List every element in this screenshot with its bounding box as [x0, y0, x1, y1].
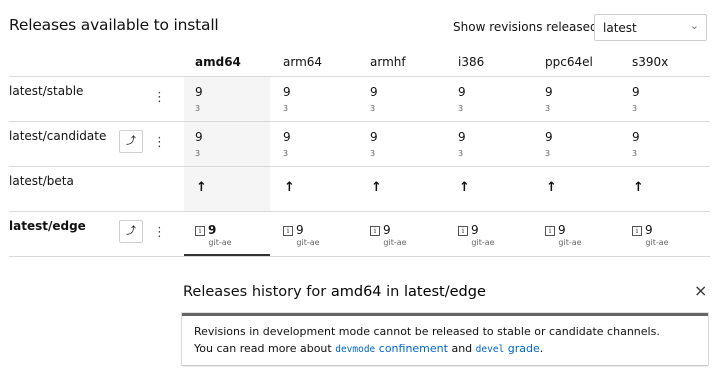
history-heading: Releases history for amd64 in latest/edg…: [183, 284, 486, 300]
revisions-select-value: latest: [603, 21, 637, 35]
revision-version: git-ae: [645, 238, 669, 247]
info-icon: i: [195, 226, 205, 236]
kebab-menu-icon[interactable]: ⋮: [153, 91, 166, 104]
devmode-notice: Revisions in development mode cannot be …: [182, 313, 708, 365]
cell-edge-s390x[interactable]: i9: [632, 219, 653, 238]
cell-stable-i386[interactable]: 93: [458, 85, 466, 113]
column-header-amd64[interactable]: amd64: [195, 55, 241, 69]
promote-icon: ⤴: [126, 136, 136, 147]
close-icon[interactable]: ×: [694, 281, 707, 300]
info-icon: i: [545, 226, 555, 236]
cell-candidate-amd64[interactable]: 93: [195, 130, 203, 158]
channel-label-edge: latest/edge: [9, 219, 86, 233]
column-header-i386[interactable]: i386: [458, 55, 484, 69]
tracking-arrow-icon: ↑: [371, 180, 382, 195]
selected-cell-indicator: [184, 254, 270, 256]
page-title: Releases available to install: [9, 16, 219, 34]
channel-label-candidate: latest/candidate: [9, 129, 107, 143]
channel-label-stable: latest/stable: [9, 84, 84, 98]
cell-edge-arm64[interactable]: i9: [283, 219, 304, 238]
revisions-select[interactable]: latest ⌄: [594, 14, 707, 41]
info-icon: i: [632, 226, 642, 236]
column-header-arm64[interactable]: arm64: [283, 55, 322, 69]
cell-candidate-armhf[interactable]: 93: [370, 130, 378, 158]
revisions-label: Show revisions released in: [453, 20, 613, 34]
revision-version: git-ae: [296, 238, 320, 247]
cell-stable-amd64[interactable]: 93: [195, 85, 203, 113]
cell-candidate-i386[interactable]: 93: [458, 130, 466, 158]
revision-version: git-ae: [471, 238, 495, 247]
info-icon: i: [283, 226, 293, 236]
cell-stable-arm64[interactable]: 93: [283, 85, 291, 113]
revision-version: git-ae: [383, 238, 407, 247]
row-divider: [9, 166, 710, 167]
confinement-link[interactable]: confinement: [379, 342, 448, 355]
promote-icon: ⤴: [126, 226, 136, 237]
channel-label-beta: latest/beta: [9, 174, 74, 188]
cell-candidate-ppc64el[interactable]: 93: [545, 130, 553, 158]
promote-button[interactable]: ⤴: [119, 130, 143, 153]
cell-edge-ppc64el[interactable]: i9: [545, 219, 566, 238]
row-divider: [9, 211, 710, 212]
notice-line-2: You can read more about devmode confinem…: [194, 342, 544, 355]
cell-stable-s390x[interactable]: 93: [632, 85, 640, 113]
tracking-arrow-icon: ↑: [284, 180, 295, 195]
kebab-menu-icon[interactable]: ⋮: [153, 136, 166, 149]
info-icon: i: [370, 226, 380, 236]
kebab-menu-icon[interactable]: ⋮: [153, 226, 166, 239]
tracking-arrow-icon: ↑: [633, 180, 644, 195]
row-divider: [9, 121, 710, 122]
revision-version: git-ae: [558, 238, 582, 247]
grade-link[interactable]: grade: [508, 342, 540, 355]
chevron-down-icon: ⌄: [689, 19, 699, 32]
column-header-armhf[interactable]: armhf: [370, 55, 406, 69]
tracking-arrow-icon: ↑: [459, 180, 470, 195]
row-divider: [9, 76, 710, 77]
cell-candidate-s390x[interactable]: 93: [632, 130, 640, 158]
info-icon: i: [458, 226, 468, 236]
cell-stable-armhf[interactable]: 93: [370, 85, 378, 113]
tracking-arrow-icon: ↑: [546, 180, 557, 195]
row-divider: [9, 256, 710, 257]
cell-edge-armhf[interactable]: i9: [370, 219, 391, 238]
devel-code: devel: [475, 344, 505, 355]
column-header-ppc64el[interactable]: ppc64el: [545, 55, 593, 69]
revision-version: git-ae: [208, 238, 232, 247]
column-header-s390x[interactable]: s390x: [632, 55, 668, 69]
cell-edge-amd64[interactable]: i9: [195, 219, 216, 238]
cell-edge-i386[interactable]: i9: [458, 219, 479, 238]
cell-candidate-arm64[interactable]: 93: [283, 130, 291, 158]
devmode-code: devmode: [335, 344, 376, 355]
notice-line-1: Revisions in development mode cannot be …: [194, 325, 660, 338]
tracking-arrow-icon: ↑: [196, 180, 207, 195]
cell-stable-ppc64el[interactable]: 93: [545, 85, 553, 113]
promote-button[interactable]: ⤴: [119, 220, 143, 243]
